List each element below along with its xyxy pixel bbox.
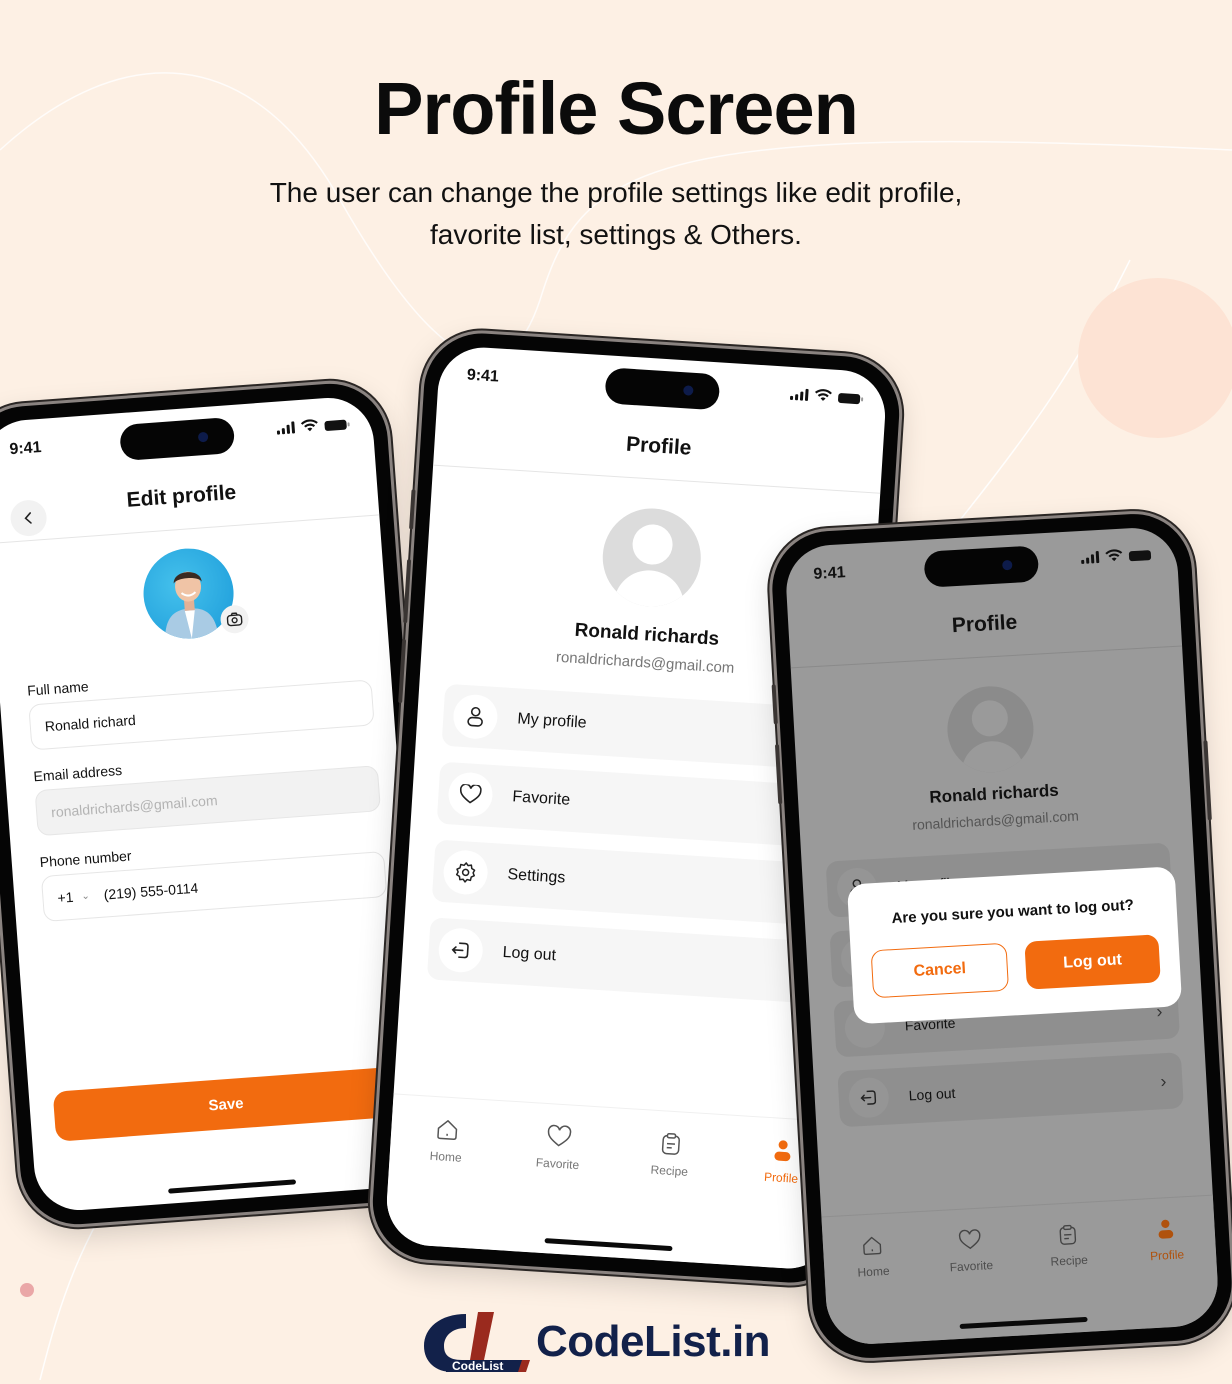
- wifi-icon: [1105, 549, 1123, 562]
- user-filled-icon: [774, 1140, 791, 1162]
- country-code-select[interactable]: +1: [57, 889, 74, 906]
- screen-title: Profile: [951, 610, 1018, 638]
- dynamic-island: [119, 416, 236, 462]
- decorative-dot: [20, 1283, 34, 1297]
- status-icons: [276, 417, 347, 435]
- profile-menu: My profile Favorite Settings Log out ›: [426, 683, 841, 1020]
- user-filled-icon: [1158, 1219, 1174, 1239]
- status-time: 9:41: [466, 366, 500, 386]
- dynamic-island: [923, 545, 1040, 588]
- phone-logout-dialog: 9:41 Profile Ronald richards ronaldricha…: [769, 510, 1232, 1362]
- logout-icon: [437, 926, 485, 974]
- status-icons: [1081, 547, 1152, 564]
- tab-label: Favorite: [949, 1258, 994, 1275]
- tab-favorite[interactable]: Favorite: [512, 1122, 600, 1256]
- tab-profile: Profile: [1125, 1216, 1211, 1329]
- full-name-label: Full name: [26, 678, 90, 699]
- phone-side-button: [409, 489, 416, 530]
- cellular-signal-icon: [1081, 551, 1100, 564]
- brand-name: CodeList.in: [536, 1317, 771, 1366]
- phone-edit-profile: 9:41 Edit profile Full name Ronald richa…: [0, 379, 444, 1229]
- menu-item-label: Log out: [908, 1084, 956, 1104]
- phone-side-button: [403, 559, 412, 624]
- subtitle-line: favorite list, settings & Others.: [430, 219, 802, 250]
- email-value: ronaldrichards@gmail.com: [50, 792, 219, 821]
- battery-icon: [1128, 550, 1152, 562]
- chevron-right-icon: ›: [1159, 1070, 1167, 1091]
- heart-icon: [547, 1124, 572, 1147]
- decorative-circle: [1078, 278, 1232, 438]
- wifi-icon: [300, 419, 318, 432]
- camera-icon: [226, 612, 243, 627]
- header-divider: [433, 464, 881, 494]
- gear-icon: [442, 849, 489, 896]
- cellular-signal-icon: [789, 388, 809, 401]
- codelist-logo-icon: CodeList: [424, 1312, 530, 1373]
- logo-mark-text: CodeList: [452, 1359, 503, 1373]
- tab-label: Favorite: [535, 1155, 580, 1173]
- tab-label: Profile: [763, 1169, 799, 1186]
- avatar-placeholder-icon: [945, 683, 1036, 775]
- chevron-down-icon: ⌄: [80, 890, 91, 902]
- tab-home: Home: [832, 1233, 918, 1346]
- screen-title: Profile: [625, 432, 693, 460]
- dynamic-island: [604, 367, 721, 411]
- phone-label: Phone number: [39, 847, 133, 871]
- tab-label: Home: [857, 1263, 890, 1280]
- status-icons: [789, 387, 861, 405]
- wifi-icon: [814, 389, 832, 401]
- full-name-value: Ronald richard: [44, 711, 137, 735]
- menu-item-label: My profile: [516, 710, 588, 732]
- header-divider: [790, 645, 1183, 669]
- tab-label: Home: [429, 1148, 463, 1165]
- menu-item-label: Favorite: [511, 788, 571, 809]
- logout-confirm-screen: 9:41 Profile Ronald richards ronaldricha…: [783, 525, 1221, 1347]
- phone-power-button: [1203, 740, 1212, 821]
- tab-home[interactable]: Home: [400, 1115, 488, 1249]
- home-icon: [863, 1236, 882, 1256]
- dialog-question: Are you sure you want to log out?: [891, 896, 1135, 928]
- phone-value: (219) 555-0114: [103, 879, 199, 903]
- menu-item-logout[interactable]: Log out ›: [426, 917, 826, 1005]
- edit-profile-screen: 9:41 Edit profile Full name Ronald richa…: [0, 394, 429, 1214]
- page-title: Profile Screen: [374, 67, 859, 150]
- email-label: Email address: [32, 761, 123, 785]
- heart-icon: [958, 1229, 981, 1250]
- tab-label: Recipe: [1050, 1252, 1089, 1269]
- user-icon: [452, 693, 499, 741]
- menu-item-label: Settings: [507, 866, 566, 887]
- logout-icon: [847, 1076, 890, 1119]
- confirm-logout-button[interactable]: Log out: [1024, 934, 1161, 990]
- save-button[interactable]: Save: [52, 1066, 400, 1142]
- cancel-button[interactable]: Cancel: [870, 942, 1010, 999]
- status-time: 9:41: [813, 564, 846, 583]
- tab-label: Profile: [1149, 1247, 1185, 1264]
- screen-title: Edit profile: [125, 480, 237, 512]
- menu-item-logout: Log out ›: [837, 1052, 1184, 1128]
- header-divider: [0, 514, 380, 545]
- clipboard-icon: [661, 1132, 680, 1155]
- heart-icon: [447, 771, 494, 818]
- avatar-placeholder-icon: [599, 505, 704, 610]
- subtitle-line: The user can change the profile settings…: [269, 177, 963, 208]
- clipboard-icon: [1059, 1224, 1077, 1245]
- brand-logo: CodeList CodeList.in: [422, 1310, 771, 1374]
- tab-label: Recipe: [650, 1162, 689, 1179]
- menu-item-label: Log out: [502, 943, 557, 965]
- page-subtitle: The user can change the profile settings…: [0, 172, 1232, 256]
- change-photo-button[interactable]: [219, 604, 250, 635]
- home-indicator: [168, 1179, 297, 1194]
- logout-confirm-dialog: Are you sure you want to log out? Cancel…: [846, 866, 1183, 1025]
- cellular-signal-icon: [276, 421, 296, 435]
- battery-icon: [324, 419, 347, 432]
- home-icon: [437, 1120, 458, 1140]
- menu-item-settings[interactable]: Settings: [431, 839, 831, 927]
- battery-icon: [837, 392, 861, 405]
- status-time: 9:41: [8, 438, 43, 459]
